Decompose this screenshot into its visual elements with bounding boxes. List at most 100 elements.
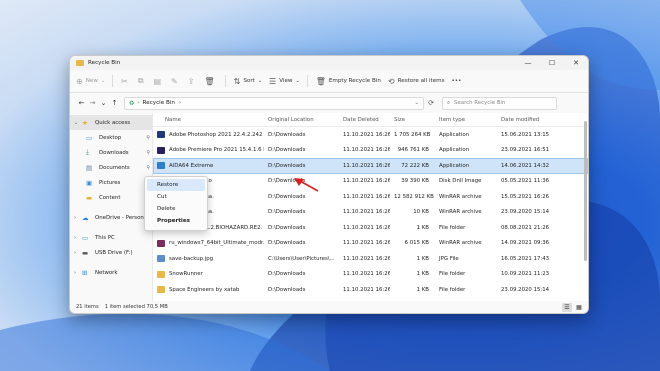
column-header-location[interactable]: Original Location (264, 117, 339, 123)
pin-icon: ⚲ (146, 134, 150, 141)
forward-button[interactable]: → (87, 99, 98, 107)
more-options-button[interactable]: ••• (452, 78, 462, 84)
scrollbar[interactable] (582, 113, 588, 301)
file-size-cell: 6 015 KB (404, 240, 429, 247)
scrollbar-thumb[interactable] (584, 121, 587, 261)
table-row[interactable]: Duplicate PhotoD:\Downloads11.10.2021 16… (153, 174, 588, 190)
column-header-size[interactable]: Size (390, 117, 435, 123)
file-name: AIDA64 Extreme (169, 162, 214, 169)
sort-button[interactable]: ⇅ Sort ⌄ (234, 77, 262, 86)
sidebar-item-pictures[interactable]: ▣ Pictures ⚲ (70, 175, 152, 190)
empty-recycle-bin-button[interactable]: 🗑 Empty Recycle Bin (316, 77, 381, 86)
address-path: Recycle Bin (142, 100, 175, 106)
table-row[interactable]: Adobe Photoshop 2021 22.4.2.242 R... D:\D… (153, 127, 588, 143)
rename-button[interactable]: ✎ (171, 77, 181, 86)
file-size-cell: 72 222 KB (401, 162, 429, 169)
context-properties-item[interactable]: Properties (147, 215, 205, 227)
dropdown-history-button[interactable]: ⌄ (98, 99, 109, 107)
close-button[interactable]: ✕ (564, 56, 588, 70)
file-size-cell: 1 KB (416, 224, 429, 231)
chevron-down-icon[interactable]: ⌄ (414, 100, 419, 106)
recycle-bin-icon (76, 60, 84, 66)
table-row[interactable]: SnowRunner D:\Downloads 11.10.2021 16:26 1 … (153, 267, 588, 283)
network-icon: ⊞ (82, 268, 88, 277)
file-modified-cell: 05.05.2021 11:36 (501, 178, 550, 185)
file-location-cell: C:\Users\User\Pictures\... (268, 255, 335, 262)
download-icon: ⤓ (86, 148, 89, 156)
chevron-right-icon[interactable]: › (74, 215, 82, 221)
file-modified-cell: 23.09.2020 15:14 (501, 286, 550, 293)
sidebar-item-label: Desktop (99, 134, 122, 141)
context-restore-item[interactable]: Restore (147, 179, 205, 191)
sidebar-item-downloads[interactable]: ⤓ Downloads ⚲ (70, 145, 152, 160)
file-type-cell: WinRAR archive (439, 240, 482, 247)
delete-button[interactable]: 🗑 (205, 77, 218, 86)
file-location-cell: D:\Downloads (268, 147, 306, 154)
table-row[interactable]: RESIDENT.EVIL.2.BIOHAZARD.RE2. R... D:\Do… (153, 220, 588, 236)
file-name: Space Engineers by xatab (169, 286, 240, 293)
column-header-type[interactable]: Item type (435, 117, 497, 123)
tiles-view-icon[interactable]: ▦ (574, 303, 584, 312)
file-deleted-cell: 11.10.2021 16:26 (343, 271, 390, 278)
chevron-down-icon[interactable]: ⌄ (74, 120, 82, 126)
context-cut-item[interactable]: Cut (147, 191, 205, 203)
file-modified-cell: 23.09.2021 16:51 (501, 147, 550, 154)
sidebar-item-label: USB Drive (F:) (95, 249, 133, 256)
maximize-button[interactable]: ☐ (540, 56, 564, 70)
back-button[interactable]: ← (76, 99, 87, 107)
context-delete-item[interactable]: Delete (147, 203, 205, 215)
cut-button[interactable]: ✂ (121, 77, 131, 86)
sidebar-item-network[interactable]: › ⊞ Network (70, 265, 152, 280)
column-header-name[interactable]: Name (153, 117, 264, 123)
column-header-modified[interactable]: Date modified (497, 117, 557, 123)
table-row[interactable]: save-backup.jpg C:\Users\User\Pictures\..… (153, 251, 588, 267)
address-bar[interactable]: ♻ › Recycle Bin › ⌄ (124, 96, 424, 110)
file-deleted-cell: 11.10.2021 16:26 (343, 147, 390, 154)
file-icon (157, 239, 165, 247)
file-icon (157, 286, 165, 294)
restore-icon: ⟲ (387, 76, 395, 86)
pointer-arrow-icon (294, 178, 319, 192)
share-button[interactable]: ⇪ (188, 77, 198, 86)
sidebar-item-documents[interactable]: ▤ Documents ⚲ (70, 160, 152, 175)
table-row[interactable]: Space Engineers by xatab D:\Downloads 11.1… (153, 282, 588, 298)
table-row[interactable]: AIDA64 Extreme D:\Downloads 11.10.2021 16:… (153, 158, 588, 174)
table-row[interactable]: macOS Catalina.D:\Downloads11.10.2021 16… (153, 205, 588, 221)
sidebar-item-onedrive[interactable]: › ☁ OneDrive - Personal (70, 210, 152, 225)
sidebar-item-content[interactable]: ▬ Content (70, 190, 152, 205)
table-row[interactable]: macOS Catalina.D:\Downloads11.10.2021 16… (153, 189, 588, 205)
sidebar-item-label: Content (99, 194, 121, 201)
paste-button[interactable]: ▤ (154, 77, 165, 86)
up-button[interactable]: ↑ (109, 99, 120, 107)
file-name-cell: AIDA64 Extreme (153, 162, 264, 170)
chevron-right-icon[interactable]: › (74, 270, 82, 276)
file-type-cell: Application (439, 162, 470, 169)
column-header-deleted[interactable]: Date Deleted (339, 117, 390, 123)
restore-all-button[interactable]: ⟲ Restore all items (388, 77, 445, 86)
file-location-cell: D:\Downloads (268, 209, 306, 216)
chevron-right-icon[interactable]: › (74, 250, 82, 256)
new-button[interactable]: ⊕ New ⌄ (76, 77, 105, 86)
sidebar-item-quick-access[interactable]: ⌄ ★ Quick access (70, 115, 152, 130)
file-name: Adobe Premiere Pro 2021 15.4.1.6 R... (169, 147, 264, 154)
search-input[interactable]: ⌕ Search Recycle Bin (442, 96, 557, 110)
file-name: SnowRunner (169, 271, 203, 278)
file-modified-cell: 10.09.2021 11:23 (501, 271, 550, 278)
refresh-button[interactable]: ⟳ (424, 99, 438, 107)
copy-button[interactable]: ⧉ (138, 76, 147, 86)
sidebar-item-desktop[interactable]: ▭ Desktop ⚲ (70, 130, 152, 145)
sidebar-item-this-pc[interactable]: › ▭ This PC (70, 230, 152, 245)
file-size-cell: 10 KB (413, 209, 429, 216)
file-size-cell: 1 KB (416, 271, 429, 278)
details-view-icon[interactable]: ☰ (562, 302, 572, 312)
view-button[interactable]: ☰ View ⌄ (269, 77, 300, 86)
sidebar-item-usb-drive[interactable]: › ▬ USB Drive (F:) (70, 245, 152, 260)
desktop-icon: ▭ (86, 133, 93, 142)
file-size-cell: 1 705 264 KB (394, 131, 431, 138)
table-row[interactable]: ru_windows7_64bit_Ultimate_modr... D:\Dow… (153, 236, 588, 252)
table-row[interactable]: Adobe Premiere Pro 2021 15.4.1.6 R... D:\… (153, 143, 588, 159)
search-icon: ⌕ (447, 99, 451, 106)
sort-icon: ⇅ (233, 76, 241, 86)
minimize-button[interactable]: — (516, 56, 540, 70)
chevron-right-icon[interactable]: › (74, 235, 82, 241)
